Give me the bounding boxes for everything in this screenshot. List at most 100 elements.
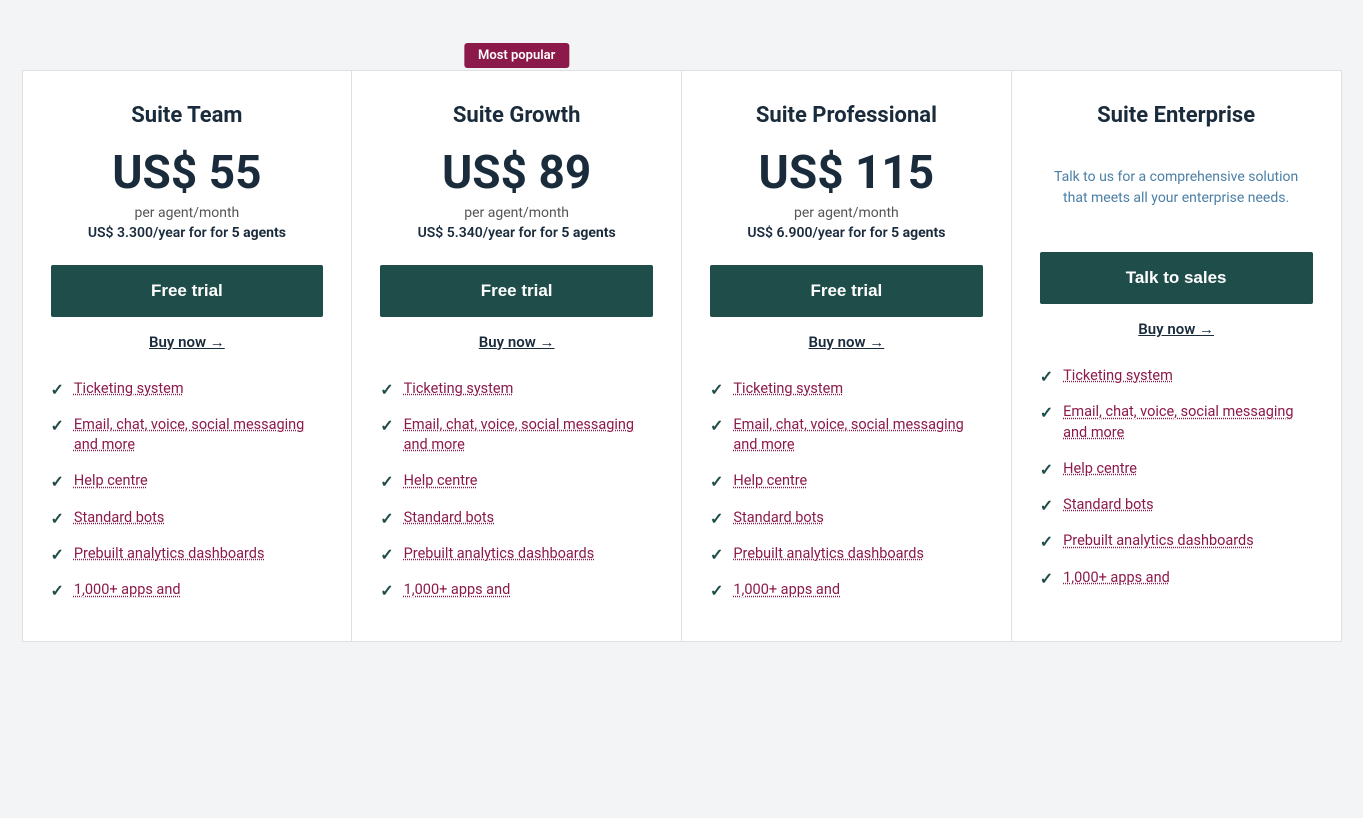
cta-primary-suite-enterprise[interactable]: Talk to sales xyxy=(1040,252,1313,304)
plan-name-suite-professional: Suite Professional xyxy=(710,103,983,128)
feature-item: ✓ 1,000+ apps and xyxy=(710,580,983,600)
check-icon: ✓ xyxy=(51,416,64,435)
plan-per-agent-suite-professional: per agent/month xyxy=(710,205,983,221)
features-list-suite-growth: ✓ Ticketing system ✓ Email, chat, voice,… xyxy=(380,379,653,601)
feature-item: ✓ Email, chat, voice, social messaging a… xyxy=(51,415,324,456)
feature-link[interactable]: Prebuilt analytics dashboards xyxy=(404,544,595,564)
feature-item: ✓ Prebuilt analytics dashboards xyxy=(380,544,653,564)
feature-link[interactable]: Ticketing system xyxy=(404,379,514,399)
feature-item: ✓ Ticketing system xyxy=(51,379,324,399)
feature-item: ✓ Help centre xyxy=(380,471,653,491)
features-list-suite-professional: ✓ Ticketing system ✓ Email, chat, voice,… xyxy=(710,379,983,601)
plan-card-suite-team: Suite TeamUS$ 55per agent/monthUS$ 3.300… xyxy=(22,70,353,642)
feature-item: ✓ Email, chat, voice, social messaging a… xyxy=(380,415,653,456)
feature-item: ✓ Help centre xyxy=(1040,459,1313,479)
feature-link[interactable]: Standard bots xyxy=(74,508,165,528)
feature-item: ✓ Prebuilt analytics dashboards xyxy=(51,544,324,564)
plans-container: Suite TeamUS$ 55per agent/monthUS$ 3.300… xyxy=(22,70,1342,642)
check-icon: ✓ xyxy=(710,545,723,564)
plan-yearly-suite-team: US$ 3.300/year for for 5 agents xyxy=(51,225,324,241)
check-icon: ✓ xyxy=(1040,532,1053,551)
feature-link[interactable]: Ticketing system xyxy=(74,379,184,399)
plan-card-suite-growth: Most popularSuite GrowthUS$ 89per agent/… xyxy=(352,70,682,642)
feature-link[interactable]: Help centre xyxy=(733,471,807,491)
feature-item: ✓ 1,000+ apps and xyxy=(380,580,653,600)
check-icon: ✓ xyxy=(380,545,393,564)
feature-link[interactable]: Prebuilt analytics dashboards xyxy=(74,544,265,564)
check-icon: ✓ xyxy=(1040,460,1053,479)
check-icon: ✓ xyxy=(51,380,64,399)
check-icon: ✓ xyxy=(1040,403,1053,422)
plan-yearly-suite-professional: US$ 6.900/year for for 5 agents xyxy=(710,225,983,241)
buy-now-link-suite-enterprise[interactable]: Buy now → xyxy=(1040,320,1313,338)
check-icon: ✓ xyxy=(380,380,393,399)
cta-primary-suite-team[interactable]: Free trial xyxy=(51,265,324,317)
enterprise-desc: Talk to us for a comprehensive solution … xyxy=(1040,148,1313,228)
feature-link[interactable]: 1,000+ apps and xyxy=(1063,568,1170,588)
feature-item: ✓ Email, chat, voice, social messaging a… xyxy=(1040,402,1313,443)
check-icon: ✓ xyxy=(380,472,393,491)
feature-item: ✓ Prebuilt analytics dashboards xyxy=(710,544,983,564)
cta-primary-suite-growth[interactable]: Free trial xyxy=(380,265,653,317)
feature-item: ✓ Prebuilt analytics dashboards xyxy=(1040,531,1313,551)
check-icon: ✓ xyxy=(51,472,64,491)
feature-item: ✓ Email, chat, voice, social messaging a… xyxy=(710,415,983,456)
features-list-suite-team: ✓ Ticketing system ✓ Email, chat, voice,… xyxy=(51,379,324,601)
check-icon: ✓ xyxy=(710,380,723,399)
buy-now-link-suite-growth[interactable]: Buy now → xyxy=(380,333,653,351)
check-icon: ✓ xyxy=(51,509,64,528)
feature-item: ✓ Standard bots xyxy=(380,508,653,528)
feature-item: ✓ 1,000+ apps and xyxy=(51,580,324,600)
plan-per-agent-suite-team: per agent/month xyxy=(51,205,324,221)
feature-link[interactable]: Prebuilt analytics dashboards xyxy=(1063,531,1254,551)
feature-item: ✓ Ticketing system xyxy=(1040,366,1313,386)
check-icon: ✓ xyxy=(710,581,723,600)
plan-card-suite-professional: Suite Professional US$ 115 per agent/month… xyxy=(682,70,1012,642)
most-popular-badge: Most popular xyxy=(464,43,569,68)
plan-name-suite-team: Suite Team xyxy=(51,103,324,128)
feature-link[interactable]: Ticketing system xyxy=(1063,366,1173,386)
feature-link[interactable]: Email, chat, voice, social messaging and… xyxy=(404,415,653,456)
cta-primary-suite-professional[interactable]: Free trial xyxy=(710,265,983,317)
feature-link[interactable]: Standard bots xyxy=(404,508,495,528)
check-icon: ✓ xyxy=(380,416,393,435)
plan-name-suite-enterprise: Suite Enterprise xyxy=(1040,103,1313,128)
check-icon: ✓ xyxy=(380,581,393,600)
check-icon: ✓ xyxy=(710,472,723,491)
check-icon: ✓ xyxy=(1040,367,1053,386)
feature-link[interactable]: 1,000+ apps and xyxy=(74,580,181,600)
check-icon: ✓ xyxy=(380,509,393,528)
feature-link[interactable]: Email, chat, voice, social messaging and… xyxy=(74,415,323,456)
check-icon: ✓ xyxy=(1040,569,1053,588)
buy-now-link-suite-professional[interactable]: Buy now → xyxy=(710,333,983,351)
feature-link[interactable]: Email, chat, voice, social messaging and… xyxy=(1063,402,1312,443)
feature-item: ✓ Ticketing system xyxy=(380,379,653,399)
plan-per-agent-suite-growth: per agent/month xyxy=(380,205,653,221)
feature-link[interactable]: 1,000+ apps and xyxy=(733,580,840,600)
feature-link[interactable]: 1,000+ apps and xyxy=(404,580,511,600)
feature-link[interactable]: Help centre xyxy=(74,471,148,491)
feature-link[interactable]: Standard bots xyxy=(1063,495,1154,515)
check-icon: ✓ xyxy=(51,545,64,564)
features-list-suite-enterprise: ✓ Ticketing system ✓ Email, chat, voice,… xyxy=(1040,366,1313,588)
feature-item: ✓ Help centre xyxy=(51,471,324,491)
check-icon: ✓ xyxy=(710,509,723,528)
feature-item: ✓ 1,000+ apps and xyxy=(1040,568,1313,588)
feature-link[interactable]: Help centre xyxy=(404,471,478,491)
feature-item: ✓ Standard bots xyxy=(51,508,324,528)
feature-link[interactable]: Ticketing system xyxy=(733,379,843,399)
plan-price-suite-growth: US$ 89 xyxy=(380,148,653,199)
plan-name-suite-growth: Suite Growth xyxy=(380,103,653,128)
check-icon: ✓ xyxy=(51,581,64,600)
feature-item: ✓ Help centre xyxy=(710,471,983,491)
plan-price-suite-professional: US$ 115 xyxy=(710,148,983,199)
feature-link[interactable]: Standard bots xyxy=(733,508,824,528)
feature-link[interactable]: Prebuilt analytics dashboards xyxy=(733,544,924,564)
plan-card-suite-enterprise: Suite Enterprise Talk to us for a compreh… xyxy=(1012,70,1342,642)
feature-item: ✓ Standard bots xyxy=(710,508,983,528)
buy-now-link-suite-team[interactable]: Buy now → xyxy=(51,333,324,351)
check-icon: ✓ xyxy=(1040,496,1053,515)
feature-item: ✓ Ticketing system xyxy=(710,379,983,399)
feature-link[interactable]: Help centre xyxy=(1063,459,1137,479)
feature-link[interactable]: Email, chat, voice, social messaging and… xyxy=(733,415,982,456)
